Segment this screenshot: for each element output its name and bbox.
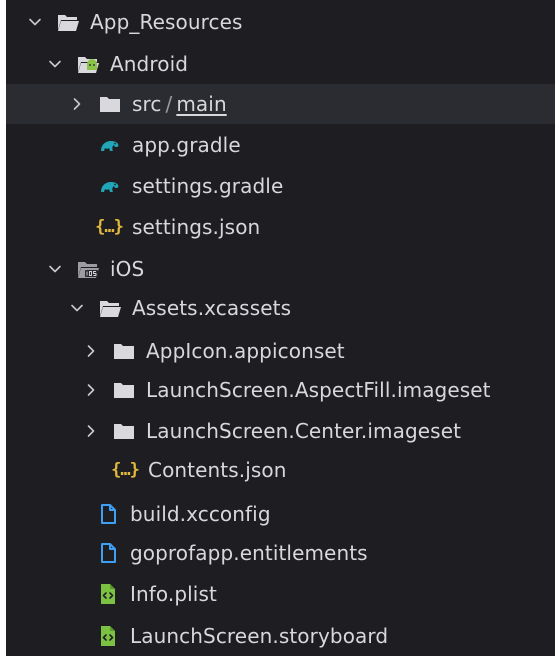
chevron-right-icon[interactable] bbox=[68, 95, 86, 113]
chevron-down-icon[interactable] bbox=[46, 55, 64, 73]
folder-icon bbox=[112, 379, 136, 401]
xml-file-icon bbox=[96, 583, 120, 605]
tree-item-settings-json[interactable]: {…} settings.json bbox=[6, 207, 555, 247]
folder-open-icon bbox=[56, 11, 80, 33]
tree-item-label: LaunchScreen.AspectFill.imageset bbox=[146, 378, 491, 402]
tree-item-label: Android bbox=[110, 52, 189, 76]
tree-item-info-plist[interactable]: Info.plist bbox=[6, 574, 555, 614]
chevron-down-icon[interactable] bbox=[68, 299, 86, 317]
chevron-down-icon[interactable] bbox=[46, 260, 64, 278]
tree-item-launchscreen-storyboard[interactable]: LaunchScreen.storyboard bbox=[6, 616, 555, 656]
tree-item-android[interactable]: Android bbox=[6, 44, 555, 84]
tree-item-label: iOS bbox=[110, 257, 145, 281]
tree-item-app-resources[interactable]: App_Resources bbox=[6, 2, 555, 42]
folder-icon bbox=[112, 420, 136, 442]
tree-item-appicon-appiconset[interactable]: AppIcon.appiconset bbox=[6, 331, 555, 371]
tree-item-ios[interactable]: iOS bbox=[6, 249, 555, 289]
file-icon bbox=[96, 503, 120, 525]
tree-item-label: Assets.xcassets bbox=[132, 296, 292, 320]
folder-icon bbox=[98, 93, 122, 115]
tree-item-launchscreen-center[interactable]: LaunchScreen.Center.imageset bbox=[6, 411, 555, 451]
android-folder-icon bbox=[76, 53, 100, 75]
tree-item-label: Contents.json bbox=[148, 458, 287, 482]
tree-item-label: goprofapp.entitlements bbox=[130, 541, 368, 565]
tree-item-label: Info.plist bbox=[130, 582, 217, 606]
chevron-right-icon[interactable] bbox=[82, 342, 100, 360]
tree-item-label: build.xcconfig bbox=[130, 502, 271, 526]
folder-icon bbox=[112, 340, 136, 362]
file-icon bbox=[96, 542, 120, 564]
ios-folder-icon bbox=[76, 258, 100, 280]
tree-item-launchscreen-aspectfill[interactable]: LaunchScreen.AspectFill.imageset bbox=[6, 370, 555, 410]
tree-item-label: src bbox=[132, 92, 162, 116]
gradle-elephant-icon bbox=[98, 134, 122, 156]
xml-file-icon bbox=[96, 625, 120, 647]
tree-item-label: LaunchScreen.Center.imageset bbox=[146, 419, 462, 443]
tree-item-label: AppIcon.appiconset bbox=[146, 339, 345, 363]
tree-item-settings-gradle[interactable]: settings.gradle bbox=[6, 166, 555, 206]
chevron-right-icon[interactable] bbox=[82, 381, 100, 399]
chevron-down-icon[interactable] bbox=[26, 13, 44, 31]
tree-item-src-main[interactable]: src / main bbox=[6, 84, 555, 124]
tree-item-entitlements[interactable]: goprofapp.entitlements bbox=[6, 533, 555, 573]
compact-folder-main[interactable]: main bbox=[176, 92, 226, 116]
tree-item-build-xcconfig[interactable]: build.xcconfig bbox=[6, 494, 555, 534]
tree-item-label: LaunchScreen.storyboard bbox=[130, 624, 389, 648]
gradle-elephant-icon bbox=[98, 175, 122, 197]
tree-item-app-gradle[interactable]: app.gradle bbox=[6, 125, 555, 165]
tree-item-label: settings.json bbox=[132, 215, 261, 239]
file-explorer-tree: App_Resources Android src / main app.gra… bbox=[0, 0, 555, 656]
folder-open-icon bbox=[98, 297, 122, 319]
chevron-right-icon[interactable] bbox=[82, 422, 100, 440]
tree-item-label: App_Resources bbox=[90, 10, 243, 34]
tree-item-label: settings.gradle bbox=[132, 174, 284, 198]
json-braces-icon: {…} bbox=[95, 217, 124, 237]
tree-item-label: app.gradle bbox=[132, 133, 241, 157]
json-braces-icon: {…} bbox=[111, 460, 140, 480]
path-separator: / bbox=[165, 92, 173, 116]
tree-item-assets-xcassets[interactable]: Assets.xcassets bbox=[6, 288, 555, 328]
tree-item-contents-json[interactable]: {…} Contents.json bbox=[6, 450, 555, 490]
